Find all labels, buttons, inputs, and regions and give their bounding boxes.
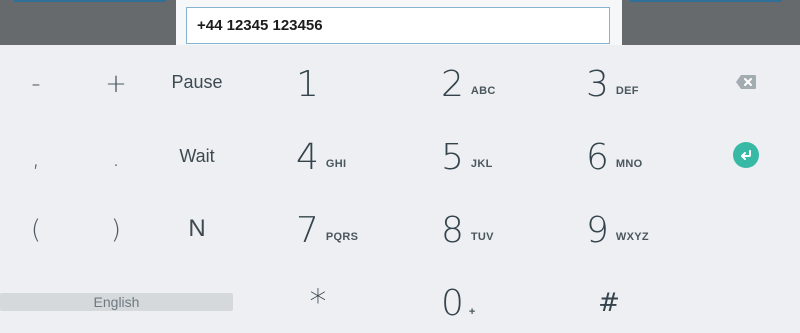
enter-key[interactable]: [726, 140, 766, 170]
digit-label: 7: [296, 209, 319, 251]
plus-key[interactable]: +: [96, 64, 136, 104]
enter-icon: [733, 142, 759, 168]
plus-key-label: +: [105, 69, 127, 99]
digit-0-key[interactable]: 0 +: [441, 281, 551, 325]
close-paren-key[interactable]: ): [96, 210, 136, 250]
open-paren-key-label: (: [30, 215, 42, 245]
digit-label: 8: [441, 209, 464, 251]
minus-key[interactable]: -: [16, 64, 56, 104]
minus-key-label: -: [31, 69, 41, 99]
digit-4-key[interactable]: 4 GHI: [296, 135, 406, 179]
space-bar-label: English: [93, 294, 140, 310]
digit-letters: +: [468, 306, 476, 318]
backspace-key[interactable]: [726, 68, 766, 96]
accent-line-right: [630, 0, 782, 2]
digit-letters: MNO: [615, 158, 643, 170]
digit-5-key[interactable]: 5 JKL: [441, 135, 551, 179]
digit-letters: ABC: [470, 85, 496, 97]
star-key-label: *: [309, 282, 327, 322]
digit-letters: PQRS: [325, 231, 359, 243]
space-bar[interactable]: English: [0, 293, 233, 311]
digit-9-key[interactable]: 9 WXYZ: [586, 208, 696, 252]
hash-key-label: #: [598, 288, 620, 318]
n-key-label: N: [188, 215, 206, 242]
comma-key-label: ,: [31, 143, 41, 173]
accent-line-left: [14, 0, 166, 2]
digit-letters: DEF: [615, 85, 639, 97]
digit-letters: JKL: [470, 158, 493, 170]
digit-label: 9: [586, 209, 609, 251]
open-paren-key[interactable]: (: [16, 210, 56, 250]
star-key[interactable]: *: [298, 280, 338, 324]
digit-6-key[interactable]: 6 MNO: [586, 135, 696, 179]
digit-2-key[interactable]: 2 ABC: [441, 62, 551, 106]
digit-label: 3: [586, 63, 609, 105]
dialer-screen: - + Pause 1 2 ABC 3 DEF , . Wait 4 GHI 5…: [0, 0, 800, 333]
digit-1-key[interactable]: 1: [296, 62, 406, 106]
digit-letters: WXYZ: [615, 231, 649, 243]
digit-letters: GHI: [325, 158, 347, 170]
digit-label: 4: [296, 136, 319, 178]
n-key[interactable]: N: [160, 211, 234, 247]
wait-key-label: Wait: [179, 145, 215, 166]
period-key-label: .: [111, 143, 121, 173]
digit-3-key[interactable]: 3 DEF: [586, 62, 696, 106]
period-key[interactable]: .: [96, 138, 136, 178]
phone-number-input[interactable]: [186, 7, 610, 44]
comma-key[interactable]: ,: [16, 138, 56, 178]
pause-key-label: Pause: [171, 71, 223, 92]
wait-key[interactable]: Wait: [160, 138, 234, 174]
pause-key[interactable]: Pause: [160, 64, 234, 100]
digit-label: 0: [441, 282, 464, 324]
digit-label: 5: [441, 136, 464, 178]
digit-7-key[interactable]: 7 PQRS: [296, 208, 406, 252]
digit-8-key[interactable]: 8 TUV: [441, 208, 551, 252]
close-paren-key-label: ): [110, 215, 122, 245]
digit-label: 2: [441, 63, 464, 105]
digit-label: 6: [586, 136, 609, 178]
digit-letters: TUV: [470, 231, 494, 243]
hash-key[interactable]: #: [589, 282, 629, 324]
digit-label: 1: [296, 63, 319, 105]
backspace-icon: [736, 75, 756, 89]
